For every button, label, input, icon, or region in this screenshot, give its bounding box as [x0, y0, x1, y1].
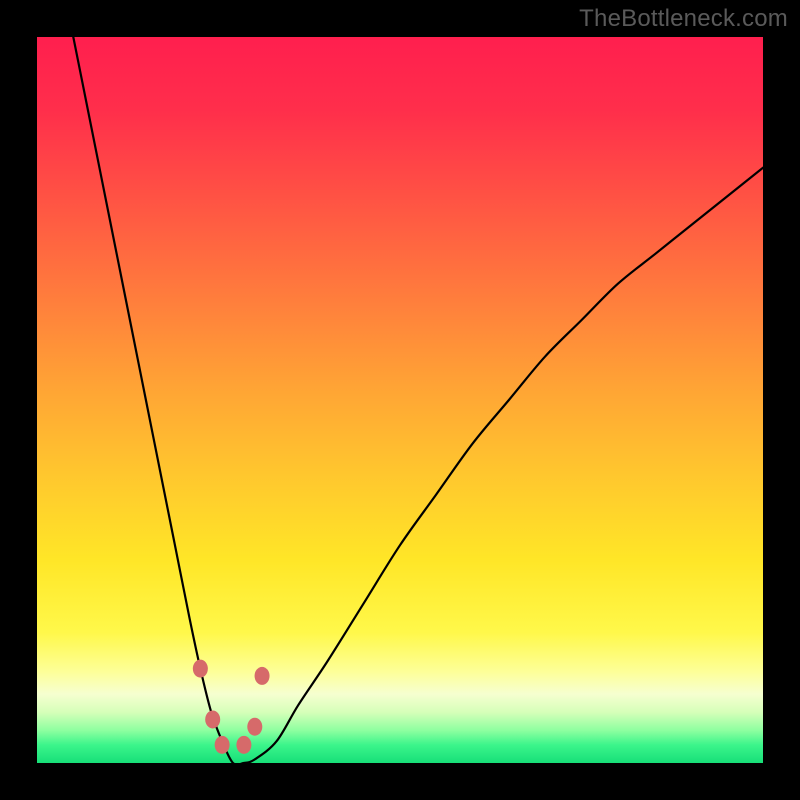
- bottleneck-curve: [73, 37, 763, 763]
- data-marker: [215, 736, 230, 754]
- data-marker: [193, 660, 208, 678]
- chart-frame: TheBottleneck.com: [0, 0, 800, 800]
- marker-group: [193, 660, 270, 754]
- attribution-label: TheBottleneck.com: [579, 5, 788, 33]
- plot-area: [37, 37, 763, 763]
- data-marker: [236, 736, 251, 754]
- data-marker: [255, 667, 270, 685]
- data-marker: [205, 710, 220, 728]
- curve-layer: [37, 37, 763, 763]
- data-marker: [247, 718, 262, 736]
